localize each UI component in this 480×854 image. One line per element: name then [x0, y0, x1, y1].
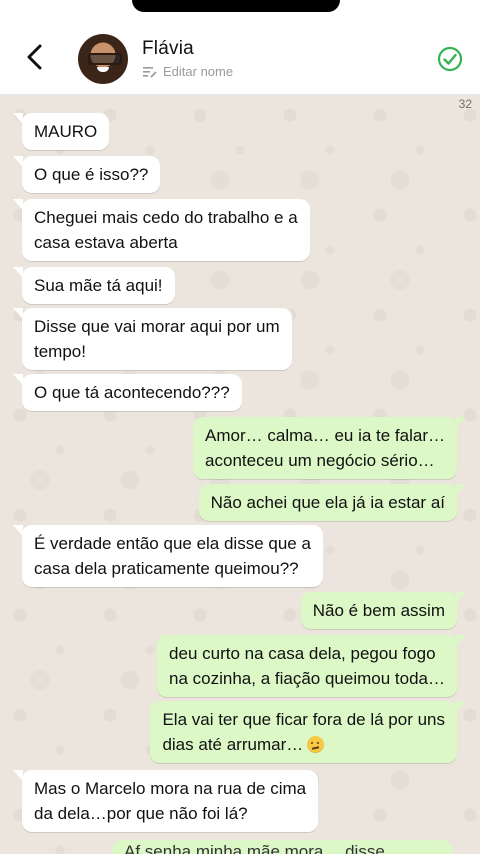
- message-text: Af senha minha mãe mora… disse: [124, 842, 385, 854]
- message-line: Disse que vai morar aqui por um: [34, 317, 280, 336]
- message-line: casa dela praticamente queimou??: [34, 559, 299, 578]
- message-bubble-incoming: O que é isso??: [12, 156, 161, 193]
- edit-lines-icon: [143, 66, 157, 78]
- device-notch: [132, 0, 340, 12]
- edit-name-label: Editar nome: [163, 64, 234, 79]
- message-line: na cozinha, a fiação queimou toda…: [169, 669, 445, 688]
- message-line: Mas o Marcelo mora na rua de cima: [34, 779, 307, 798]
- message-line: deu curto na casa dela, pegou fogo: [169, 644, 436, 663]
- chat-header: Flávia Editar nome: [0, 12, 480, 95]
- message-bubble-incoming: Mas o Marcelo mora na rua de cima da del…: [12, 770, 319, 832]
- message-bubble-incoming: MAURO: [12, 113, 110, 150]
- edit-name-row[interactable]: Editar nome: [143, 64, 233, 79]
- message-bubble-incoming: O que tá acontecendo???: [13, 374, 242, 411]
- message-line: Ela vai ter que ficar fora de lá por uns: [162, 710, 445, 729]
- avatar-smile: [97, 67, 109, 72]
- confused-face-icon: [307, 736, 325, 753]
- message-line: aconteceu um negócio sério…: [205, 451, 435, 470]
- avatar[interactable]: [78, 34, 128, 84]
- contact-name[interactable]: Flávia: [142, 38, 194, 60]
- message-line-with-emoji: dias até arrumar…: [162, 732, 445, 757]
- message-bubble-incoming: Cheguei mais cedo do trabalho e a casa e…: [13, 199, 310, 261]
- message-text: Sua mãe tá aqui!: [34, 276, 163, 295]
- message-counter: 32: [458, 97, 472, 111]
- message-bubble-outgoing: Não é bem assim: [300, 592, 467, 629]
- message-line: da dela…por que não foi lá?: [34, 804, 248, 823]
- message-bubble-outgoing: Amor… calma… eu ia te falar… aconteceu u…: [193, 417, 466, 479]
- message-line: tempo!: [34, 342, 86, 361]
- message-line: É verdade então que ela disse que a: [34, 534, 311, 553]
- message-bubble-outgoing: Ela vai ter que ficar fora de lá por uns…: [150, 701, 466, 763]
- message-text: MAURO: [34, 122, 98, 141]
- back-chevron-icon[interactable]: [22, 42, 48, 72]
- message-line: dias até arrumar…: [162, 735, 304, 754]
- message-bubble-outgoing: deu curto na casa dela, pegou fogo na co…: [157, 635, 466, 697]
- message-text: Não achei que ela já ia estar aí: [210, 493, 445, 512]
- message-line: Amor… calma… eu ia te falar…: [205, 426, 445, 445]
- message-text: O que é isso??: [34, 165, 149, 184]
- message-bubble-incoming: É verdade então que ela disse que a casa…: [13, 525, 323, 587]
- done-check-icon[interactable]: [437, 46, 463, 72]
- chat-area: 32 MAURO O que é isso?? Cheguei mais ced…: [0, 95, 480, 854]
- message-line: casa estava aberta: [34, 233, 178, 252]
- message-bubble-incoming: Sua mãe tá aqui!: [13, 267, 175, 304]
- message-text: O que tá acontecendo???: [34, 383, 230, 402]
- avatar-glasses: [88, 53, 122, 65]
- message-text: Não é bem assim: [312, 601, 445, 620]
- message-bubble-incoming: Disse que vai morar aqui por um tempo!: [13, 308, 292, 370]
- message-bubble-outgoing-partial: Af senha minha mãe mora… disse: [112, 840, 452, 854]
- message-bubble-outgoing: Não achei que ela já ia estar aí: [198, 484, 467, 521]
- message-line: Cheguei mais cedo do trabalho e a: [34, 208, 298, 227]
